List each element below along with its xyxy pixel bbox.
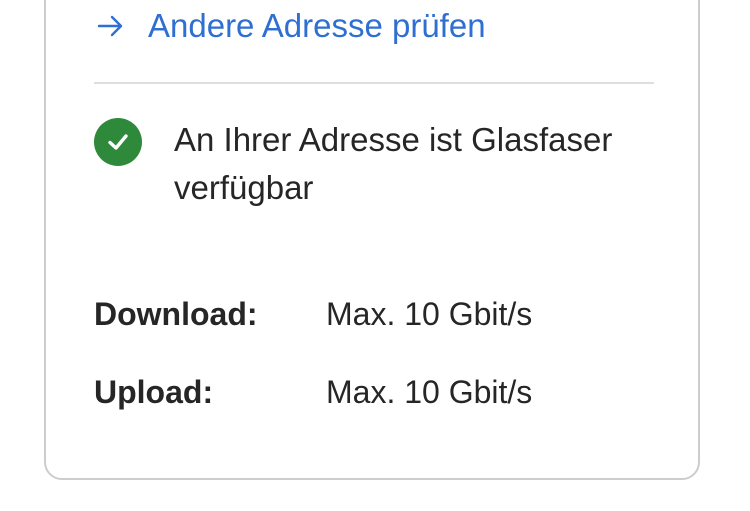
arrow-right-icon	[97, 15, 123, 37]
divider	[94, 82, 654, 84]
upload-spec-row: Upload: Max. 10 Gbit/s	[94, 374, 532, 411]
download-spec-row: Download: Max. 10 Gbit/s	[94, 296, 532, 333]
check-other-address-label[interactable]: Andere Adresse prüfen	[148, 7, 486, 45]
availability-status-text: An Ihrer Adresse ist Glasfaser verfügbar	[174, 121, 613, 206]
download-label: Download:	[94, 296, 258, 332]
check-other-address-link[interactable]: Andere Adresse prüfen	[96, 6, 486, 46]
availability-status: An Ihrer Adresse ist Glasfaser verfügbar	[94, 116, 654, 212]
upload-value: Max. 10 Gbit/s	[326, 374, 533, 410]
checkmark-circle-icon	[94, 118, 142, 166]
upload-label: Upload:	[94, 374, 214, 410]
download-value: Max. 10 Gbit/s	[326, 296, 533, 332]
